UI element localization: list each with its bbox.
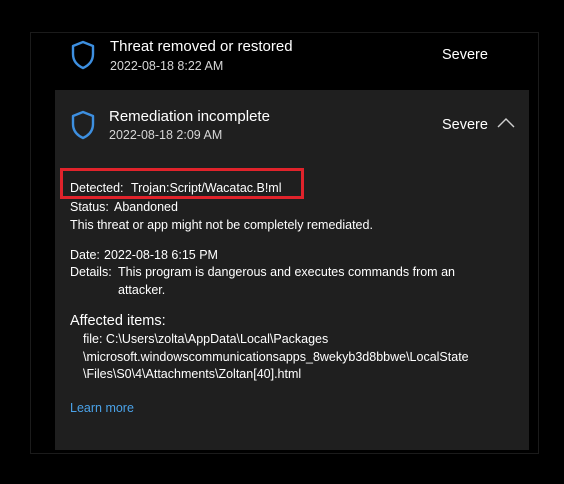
- file-path-line-3: \Files\S0\4\Attachments\Zoltan[40].html: [83, 367, 302, 381]
- file-path-line-1: file: C:\Users\zolta\AppData\Local\Packa…: [83, 332, 329, 346]
- threat-title: Threat removed or restored: [110, 38, 293, 55]
- status-value: Abandoned: [114, 200, 178, 214]
- shield-icon: [70, 110, 96, 140]
- detected-value: Trojan:Script/Wacatac.B!ml: [131, 181, 282, 195]
- details-line-2: attacker.: [118, 283, 166, 297]
- file-path-line-2: \microsoft.windowscommunicationsapps_8we…: [83, 350, 469, 364]
- date-label: Date:: [70, 248, 100, 262]
- chevron-up-icon[interactable]: [496, 116, 516, 130]
- threat-date: 2022-08-18 2:09 AM: [109, 128, 223, 142]
- threat-date: 2022-08-18 8:22 AM: [110, 59, 224, 73]
- detected-label: Detected:: [70, 181, 124, 195]
- learn-more-link[interactable]: Learn more: [70, 401, 134, 415]
- details-line-1: This program is dangerous and executes c…: [118, 265, 455, 279]
- shield-icon: [70, 40, 96, 70]
- status-note: This threat or app might not be complete…: [70, 218, 373, 232]
- status-label: Status:: [70, 200, 109, 214]
- date-value: 2022-08-18 6:15 PM: [104, 248, 218, 262]
- severity-label: Severe: [442, 117, 488, 133]
- details-label: Details:: [70, 265, 112, 279]
- severity-label: Severe: [442, 47, 488, 63]
- threat-title: Remediation incomplete: [109, 108, 270, 125]
- affected-items-heading: Affected items:: [70, 313, 166, 329]
